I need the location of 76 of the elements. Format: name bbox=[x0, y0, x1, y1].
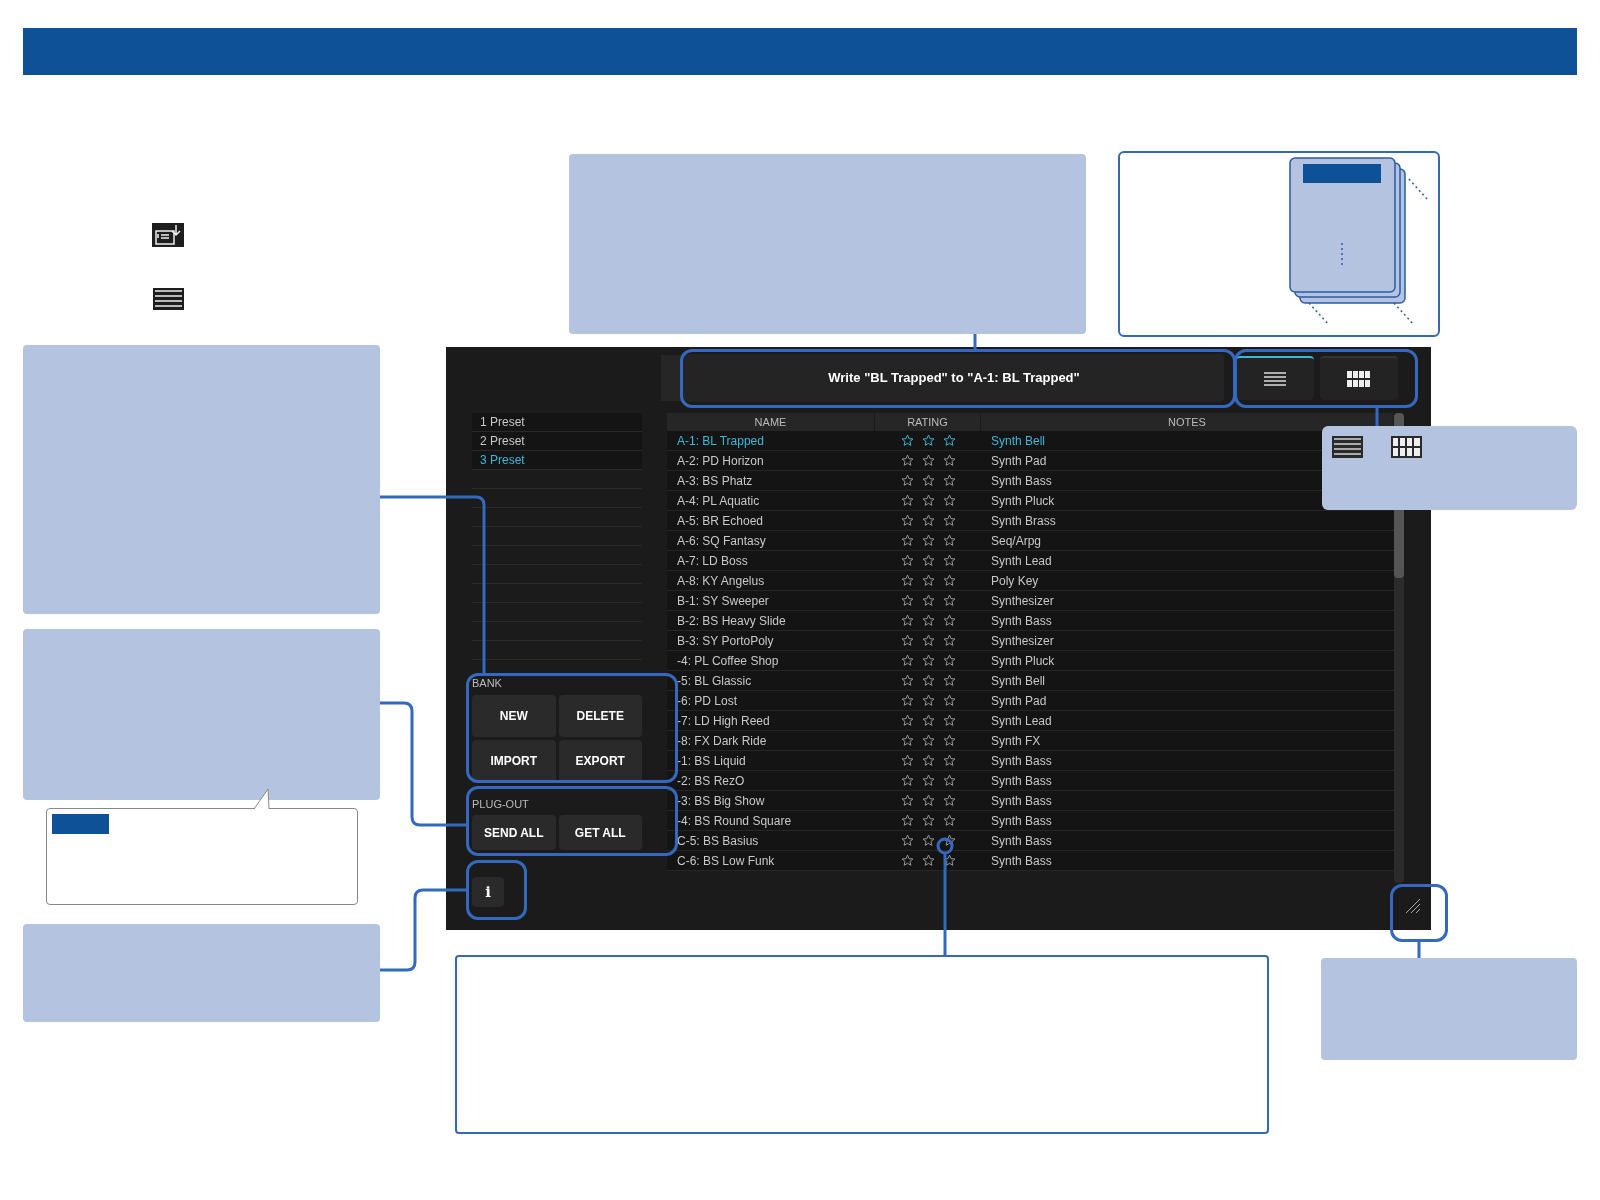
bank-button[interactable]: EXPORT bbox=[558, 739, 642, 782]
preset-name: B-1: SY Sweeper bbox=[676, 592, 770, 610]
preset-notes: Synth Bass bbox=[991, 792, 1052, 810]
preset-notes: Synth FX bbox=[991, 732, 1041, 750]
preset-name: -6: PD Lost bbox=[676, 692, 739, 710]
preset-notes: Seq/Arpg bbox=[991, 532, 1042, 550]
preset-notes: Synthesizer bbox=[991, 592, 1054, 610]
preset-name: A-6: SQ Fantasy bbox=[676, 532, 767, 550]
preset-name: -5: BL Glassic bbox=[676, 672, 753, 690]
preset-name: -4: PL Coffee Shop bbox=[676, 652, 780, 670]
preset-notes: Synth Bell bbox=[991, 432, 1046, 450]
write-button[interactable]: Write "BL Trapped" to "A-1: BL Trapped" bbox=[684, 354, 1224, 402]
bank-button[interactable]: GET ALL bbox=[558, 815, 642, 850]
bank-button[interactable]: IMPORT bbox=[472, 739, 556, 782]
preset-row[interactable]: A-8: KY Angelus Poly Key bbox=[667, 571, 1394, 591]
preset-row[interactable]: -4: BS Round Square Synth Bass bbox=[667, 811, 1394, 831]
preset-notes: Synth Bass bbox=[991, 472, 1052, 490]
preset-notes: Synth Bass bbox=[991, 852, 1052, 870]
preset-row[interactable]: A-5: BR Echoed Synth Brass bbox=[667, 511, 1394, 531]
preset-name: A-7: LD Boss bbox=[676, 552, 749, 570]
preset-name: A-5: BR Echoed bbox=[676, 512, 765, 530]
preset-row[interactable]: -4: PL Coffee Shop Synth Pluck bbox=[667, 651, 1394, 671]
preset-item[interactable]: 3 Preset bbox=[472, 451, 642, 470]
preset-notes: Poly Key bbox=[991, 572, 1039, 590]
preset-name: A-2: PD Horizon bbox=[676, 452, 765, 470]
preset-name: -1: BS Liquid bbox=[676, 752, 747, 770]
preset-name: C-5: BS Basius bbox=[676, 832, 760, 850]
preset-row[interactable]: -7: LD High Reed Synth Lead bbox=[667, 711, 1394, 731]
preset-notes: Synth Bass bbox=[991, 752, 1052, 770]
preset-name: A-8: KY Angelus bbox=[676, 572, 766, 590]
preset-notes: Synth Lead bbox=[991, 712, 1052, 730]
preset-notes: Synth Bass bbox=[991, 772, 1052, 790]
preset-row[interactable]: -6: PD Lost Synth Pad bbox=[667, 691, 1394, 711]
preset-name: B-2: BS Heavy Slide bbox=[676, 612, 787, 630]
preset-row[interactable]: -8: FX Dark Ride Synth FX bbox=[667, 731, 1394, 751]
preset-notes: Synthesizer bbox=[991, 632, 1054, 650]
preset-name: -4: BS Round Square bbox=[676, 812, 793, 830]
preset-notes: Synth Bass bbox=[991, 612, 1052, 630]
preset-row[interactable]: -1: BS Liquid Synth Bass bbox=[667, 751, 1394, 771]
preset-item[interactable]: 2 Preset bbox=[472, 432, 642, 451]
preset-notes: Synth Pad bbox=[991, 452, 1047, 470]
preset-name: C-6: BS Low Funk bbox=[676, 852, 776, 870]
preset-notes: Synth Brass bbox=[991, 512, 1056, 530]
preset-name: A-4: PL Aquatic bbox=[676, 492, 761, 510]
preset-row[interactable]: A-4: PL Aquatic Synth Pluck bbox=[667, 491, 1394, 511]
preset-notes: Synth Bell bbox=[991, 672, 1046, 690]
preset-name: -2: BS RezO bbox=[676, 772, 746, 790]
preset-notes: Synth Bass bbox=[991, 812, 1052, 830]
preset-name: -3: BS Big Show bbox=[676, 792, 766, 810]
preset-row[interactable]: B-1: SY Sweeper Synthesizer bbox=[667, 591, 1394, 611]
group-label: BANK bbox=[472, 676, 503, 691]
group-label: PLUG-OUT bbox=[472, 796, 530, 812]
preset-name: A-1: BL Trapped bbox=[676, 432, 765, 450]
info-button[interactable]: i bbox=[472, 877, 504, 907]
preset-row[interactable]: -3: BS Big Show Synth Bass bbox=[667, 791, 1394, 811]
preset-notes: Synth Bass bbox=[991, 832, 1052, 850]
preset-row[interactable]: B-2: BS Heavy Slide Synth Bass bbox=[667, 611, 1394, 631]
preset-row[interactable]: A-6: SQ Fantasy Seq/Arpg bbox=[667, 531, 1394, 551]
preset-name: -7: LD High Reed bbox=[676, 712, 771, 730]
preset-row[interactable]: A-7: LD Boss Synth Lead bbox=[667, 551, 1394, 571]
preset-name: -8: FX Dark Ride bbox=[676, 732, 768, 750]
bank-button[interactable]: DELETE bbox=[558, 694, 642, 737]
preset-notes: Synth Pluck bbox=[991, 652, 1055, 670]
preset-row[interactable]: -2: BS RezO Synth Bass bbox=[667, 771, 1394, 791]
preset-item[interactable]: 1 Preset bbox=[472, 413, 642, 432]
preset-name: B-3: SY PortoPoly bbox=[676, 632, 775, 650]
preset-row[interactable]: C-6: BS Low Funk Synth Bass bbox=[667, 851, 1394, 871]
preset-name: A-3: BS Phatz bbox=[676, 472, 754, 490]
preset-notes: Synth Pad bbox=[991, 692, 1047, 710]
bank-button[interactable]: SEND ALL bbox=[472, 815, 556, 850]
bank-button[interactable]: NEW bbox=[472, 694, 556, 737]
preset-row[interactable]: B-3: SY PortoPoly Synthesizer bbox=[667, 631, 1394, 651]
preset-row[interactable]: -5: BL Glassic Synth Bell bbox=[667, 671, 1394, 691]
preset-row[interactable]: C-5: BS Basius Synth Bass bbox=[667, 831, 1394, 851]
preset-notes: Synth Lead bbox=[991, 552, 1052, 570]
preset-notes: Synth Pluck bbox=[991, 492, 1055, 510]
